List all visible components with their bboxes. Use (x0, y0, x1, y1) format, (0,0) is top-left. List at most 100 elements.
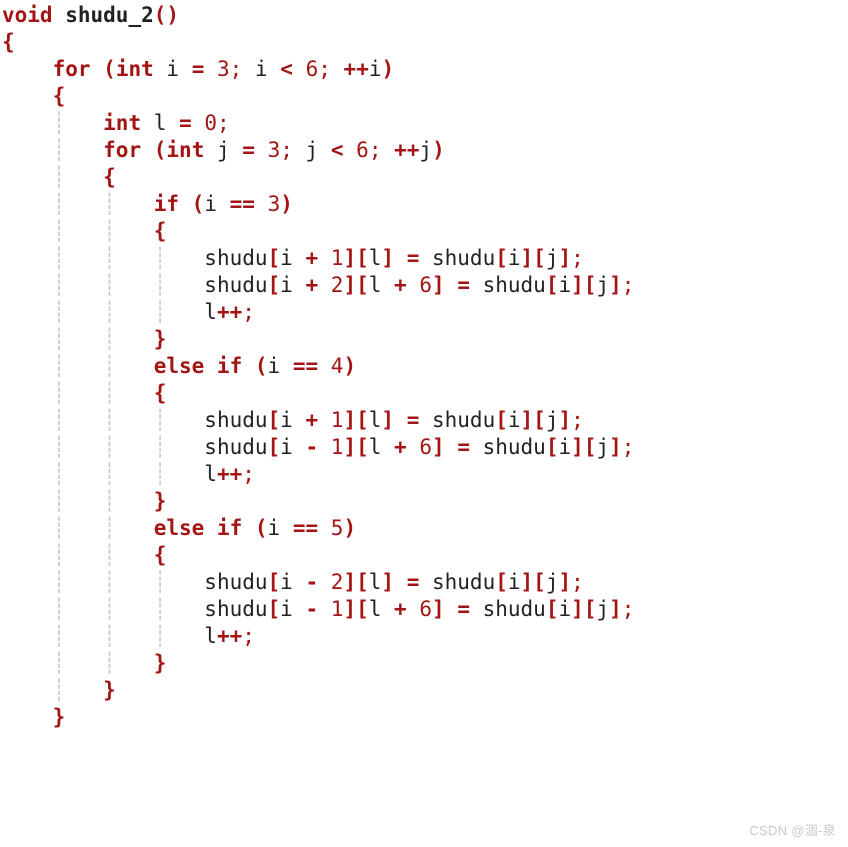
code-token: ) (432, 138, 445, 162)
code-token: [ (268, 597, 281, 621)
code-token (255, 138, 268, 162)
code-token: int (103, 111, 141, 135)
code-token: j (546, 570, 559, 594)
code-token (318, 435, 331, 459)
code-token (318, 516, 331, 540)
code-token: ][ (571, 597, 596, 621)
code-token: [ (495, 408, 508, 432)
code-token: ][ (343, 597, 368, 621)
code-token: 5 (331, 516, 344, 540)
code-token: ][ (571, 273, 596, 297)
code-token: ┊ ┊ ┊ (2, 570, 204, 594)
code-token: ┊ ┊ (2, 192, 154, 216)
code-token: shudu (419, 408, 495, 432)
code-token: ][ (521, 408, 546, 432)
code-token: { (154, 219, 167, 243)
code-token: else if (154, 354, 243, 378)
code-token (318, 354, 331, 378)
code-token: ( (154, 138, 167, 162)
code-token: shudu (204, 246, 267, 270)
code-token: 1 (331, 408, 344, 432)
code-token: l (369, 570, 382, 594)
code-token: shudu (470, 435, 546, 459)
code-token: ] (558, 408, 571, 432)
code-token: ) (382, 57, 395, 81)
code-token: ++ (217, 462, 242, 486)
code-token: [ (268, 273, 281, 297)
code-token: ][ (343, 246, 368, 270)
code-token: ][ (343, 408, 368, 432)
code-token: ; (571, 570, 584, 594)
code-token: = (407, 408, 420, 432)
code-token: void (2, 3, 53, 27)
code-token: () (154, 3, 179, 27)
code-token: 6 (419, 435, 432, 459)
code-token: l (204, 624, 217, 648)
code-token: < (331, 138, 344, 162)
code-token: + (394, 597, 407, 621)
code-token: 6 (419, 273, 432, 297)
code-token: ( (192, 192, 205, 216)
code-token (407, 597, 420, 621)
code-token: l (369, 597, 394, 621)
code-token: == (230, 192, 255, 216)
code-token: j (596, 597, 609, 621)
code-token (407, 435, 420, 459)
code-token: ┊ ┊ ┊ (2, 408, 204, 432)
code-token: ; (571, 408, 584, 432)
code-token: ┊ (2, 678, 103, 702)
code-token: + (305, 408, 318, 432)
code-token (318, 570, 331, 594)
code-token: ++ (217, 300, 242, 324)
code-token: if (154, 192, 179, 216)
code-token: ] (558, 246, 571, 270)
code-token (53, 3, 66, 27)
code-token: l (204, 462, 217, 486)
code-token (445, 435, 458, 459)
code-token: [ (268, 408, 281, 432)
code-token: - (305, 435, 318, 459)
code-token: 0 (204, 111, 217, 135)
code-token: [ (495, 246, 508, 270)
code-token: = (407, 570, 420, 594)
code-token (445, 597, 458, 621)
code-token: j (546, 246, 559, 270)
code-token: shudu (204, 597, 267, 621)
code-token: [ (495, 570, 508, 594)
code-token: j (419, 138, 432, 162)
code-token: == (293, 354, 318, 378)
code-token: else if (154, 516, 243, 540)
code-token: ; (280, 138, 293, 162)
code-token: for (103, 138, 141, 162)
code-token: j (546, 408, 559, 432)
code-token: j (204, 138, 242, 162)
code-token: [ (268, 435, 281, 459)
code-token: = (179, 111, 192, 135)
code-token: int (116, 57, 154, 81)
code-token: [ (546, 435, 559, 459)
code-token: ] (381, 408, 394, 432)
code-token: for (53, 57, 91, 81)
code-token: ┊ ┊ (2, 489, 154, 513)
code-token: i (558, 273, 571, 297)
code-token: shudu (470, 273, 546, 297)
code-token: - (305, 597, 318, 621)
code-token: i (242, 57, 280, 81)
code-token: ; (242, 624, 255, 648)
code-token: 4 (331, 354, 344, 378)
code-token: ][ (343, 435, 368, 459)
code-token: ┊ ┊ ┊ (2, 462, 204, 486)
code-token: ┊ (2, 111, 103, 135)
code-token: l (204, 300, 217, 324)
code-token: + (305, 273, 318, 297)
code-token: ; (622, 273, 635, 297)
code-token: j (293, 138, 331, 162)
code-token: ++ (394, 138, 419, 162)
code-token: ┊ ┊ ┊ (2, 624, 204, 648)
code-token: i (280, 570, 305, 594)
code-token: i (508, 408, 521, 432)
code-token: ; (242, 462, 255, 486)
code-token (318, 597, 331, 621)
code-token: ┊ ┊ (2, 516, 154, 540)
code-token: + (305, 246, 318, 270)
